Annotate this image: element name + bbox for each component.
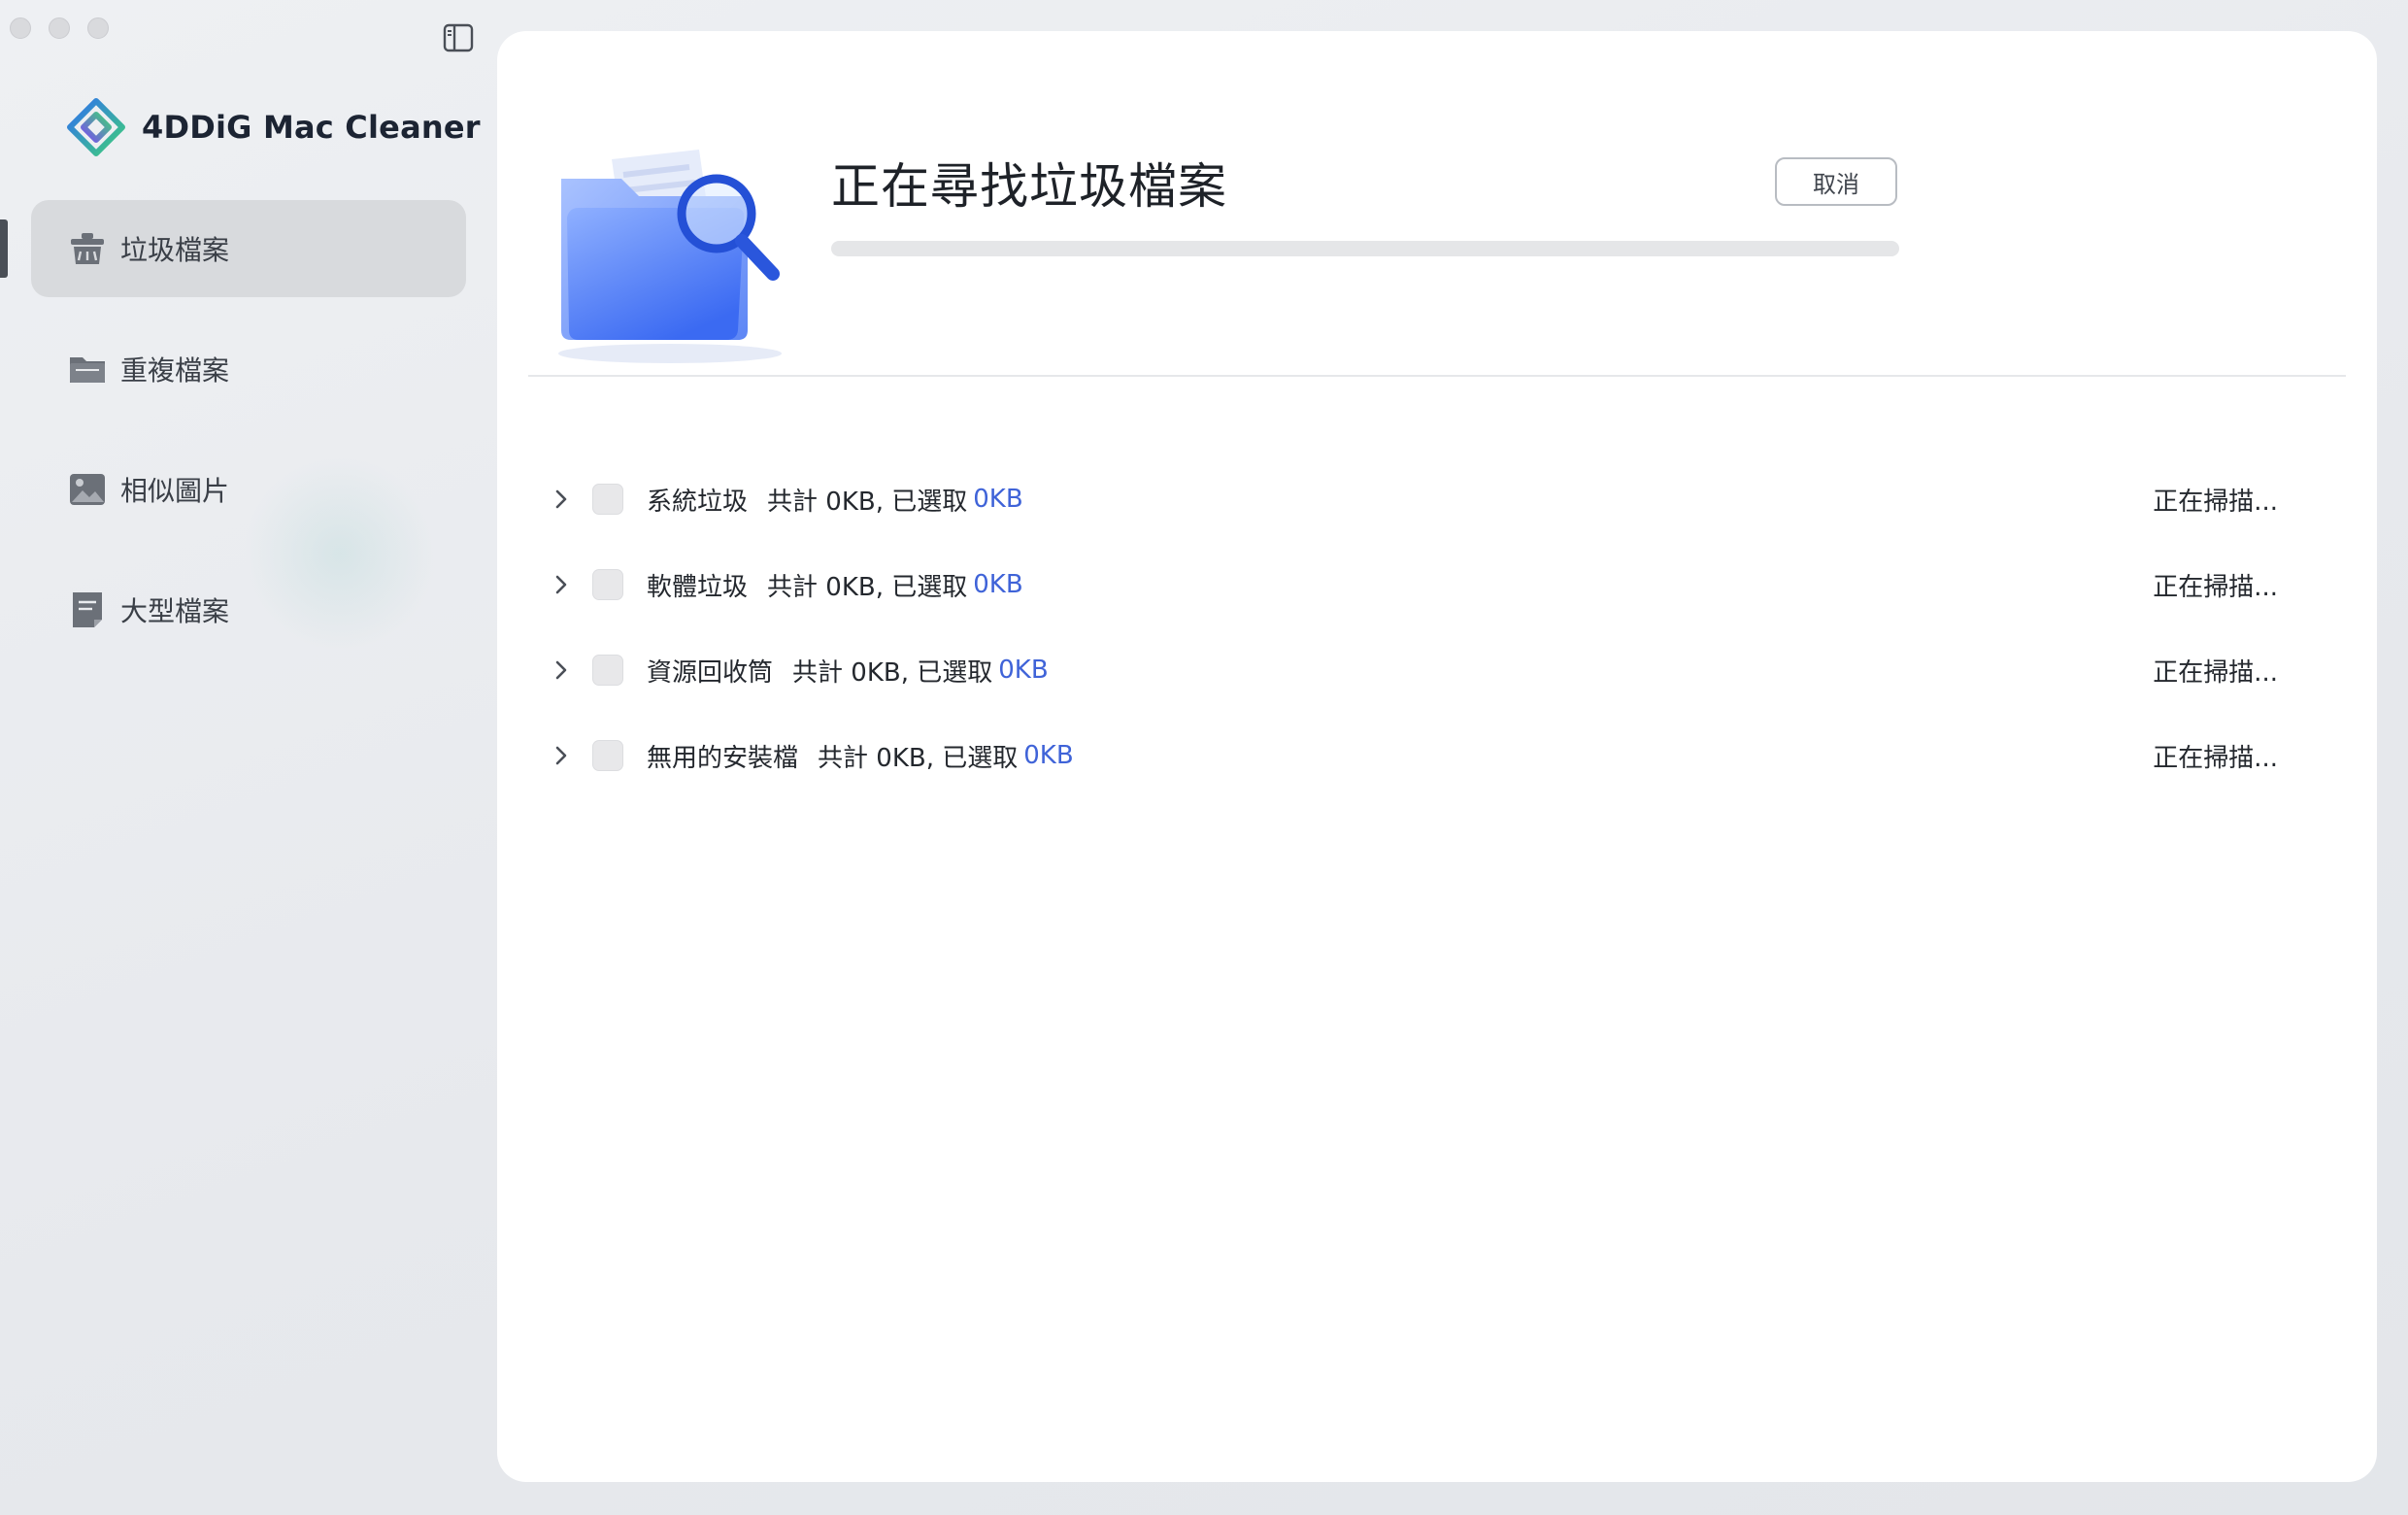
sidebar-item-duplicate-files[interactable]: 重複檔案 — [31, 320, 466, 418]
category-status: 正在掃描... — [2153, 657, 2278, 688]
app-window: 4DDiG Mac Cleaner 垃圾檔案 重複檔案 相似圖片 大型檔案 正在… — [0, 0, 2408, 1515]
category-checkbox[interactable] — [592, 484, 623, 515]
category-name: 資源回收筒 — [647, 657, 774, 688]
category-checkbox[interactable] — [592, 569, 623, 600]
sidebar-toggle-icon — [443, 23, 474, 52]
scan-title: 正在尋找垃圾檔案 — [831, 158, 1227, 215]
zoom-window-button[interactable] — [87, 17, 109, 39]
list-item: 系統垃圾 共計 0KB, 已選取 0KB 正在掃描... — [548, 456, 2334, 542]
list-item: 無用的安裝檔 共計 0KB, 已選取 0KB 正在掃描... — [548, 713, 2334, 798]
app-logo-icon — [67, 98, 125, 156]
active-nav-indicator — [0, 219, 8, 278]
junk-category-list: 系統垃圾 共計 0KB, 已選取 0KB 正在掃描... 軟體垃圾 共計 0KB… — [548, 456, 2334, 798]
category-total: 共計 0KB, 已選取 — [818, 743, 1019, 773]
category-checkbox[interactable] — [592, 655, 623, 686]
expand-chevron-icon[interactable] — [548, 486, 575, 513]
expand-chevron-icon[interactable] — [548, 742, 575, 769]
category-selected-size: 0KB — [1023, 741, 1074, 770]
category-name: 系統垃圾 — [647, 487, 749, 517]
category-status: 正在掃描... — [2153, 572, 2278, 602]
window-controls — [10, 17, 109, 39]
sidebar-item-label: 大型檔案 — [120, 595, 230, 627]
sidebar-item-label: 垃圾檔案 — [120, 234, 230, 266]
category-total: 共計 0KB, 已選取 — [792, 657, 993, 688]
cancel-button[interactable]: 取消 — [1775, 157, 1897, 206]
category-total: 共計 0KB, 已選取 — [767, 572, 968, 602]
image-icon — [68, 470, 107, 509]
sidebar-item-label: 重複檔案 — [120, 354, 230, 387]
scan-progress-bar — [831, 241, 1899, 256]
main-panel: 正在尋找垃圾檔案 取消 系統垃圾 共計 0KB, 已選取 0KB 正在掃描... — [497, 31, 2377, 1482]
sidebar-toggle-button[interactable] — [443, 23, 474, 52]
category-status: 正在掃描... — [2153, 743, 2278, 773]
large-file-icon — [68, 590, 107, 629]
list-item: 軟體垃圾 共計 0KB, 已選取 0KB 正在掃描... — [548, 542, 2334, 627]
sidebar-item-junk-files[interactable]: 垃圾檔案 — [31, 200, 466, 297]
category-name: 無用的安裝檔 — [647, 743, 799, 773]
list-item: 資源回收筒 共計 0KB, 已選取 0KB 正在掃描... — [548, 627, 2334, 713]
category-selected-size: 0KB — [973, 570, 1023, 599]
category-status: 正在掃描... — [2153, 487, 2278, 517]
expand-chevron-icon[interactable] — [548, 571, 575, 598]
folder-icon — [68, 350, 107, 388]
expand-chevron-icon[interactable] — [548, 656, 575, 684]
folder-search-illustration-icon — [558, 150, 782, 363]
trash-bin-icon — [68, 229, 107, 268]
category-total: 共計 0KB, 已選取 — [767, 487, 968, 517]
category-selected-size: 0KB — [973, 485, 1023, 514]
header-divider — [528, 375, 2346, 377]
sidebar-item-label: 相似圖片 — [120, 475, 230, 507]
category-selected-size: 0KB — [998, 656, 1049, 685]
category-name: 軟體垃圾 — [647, 572, 749, 602]
category-checkbox[interactable] — [592, 740, 623, 771]
close-window-button[interactable] — [10, 17, 31, 39]
minimize-window-button[interactable] — [49, 17, 70, 39]
decorative-glow — [243, 456, 437, 651]
app-name: 4DDiG Mac Cleaner — [142, 109, 481, 146]
app-brand: 4DDiG Mac Cleaner — [66, 97, 481, 157]
